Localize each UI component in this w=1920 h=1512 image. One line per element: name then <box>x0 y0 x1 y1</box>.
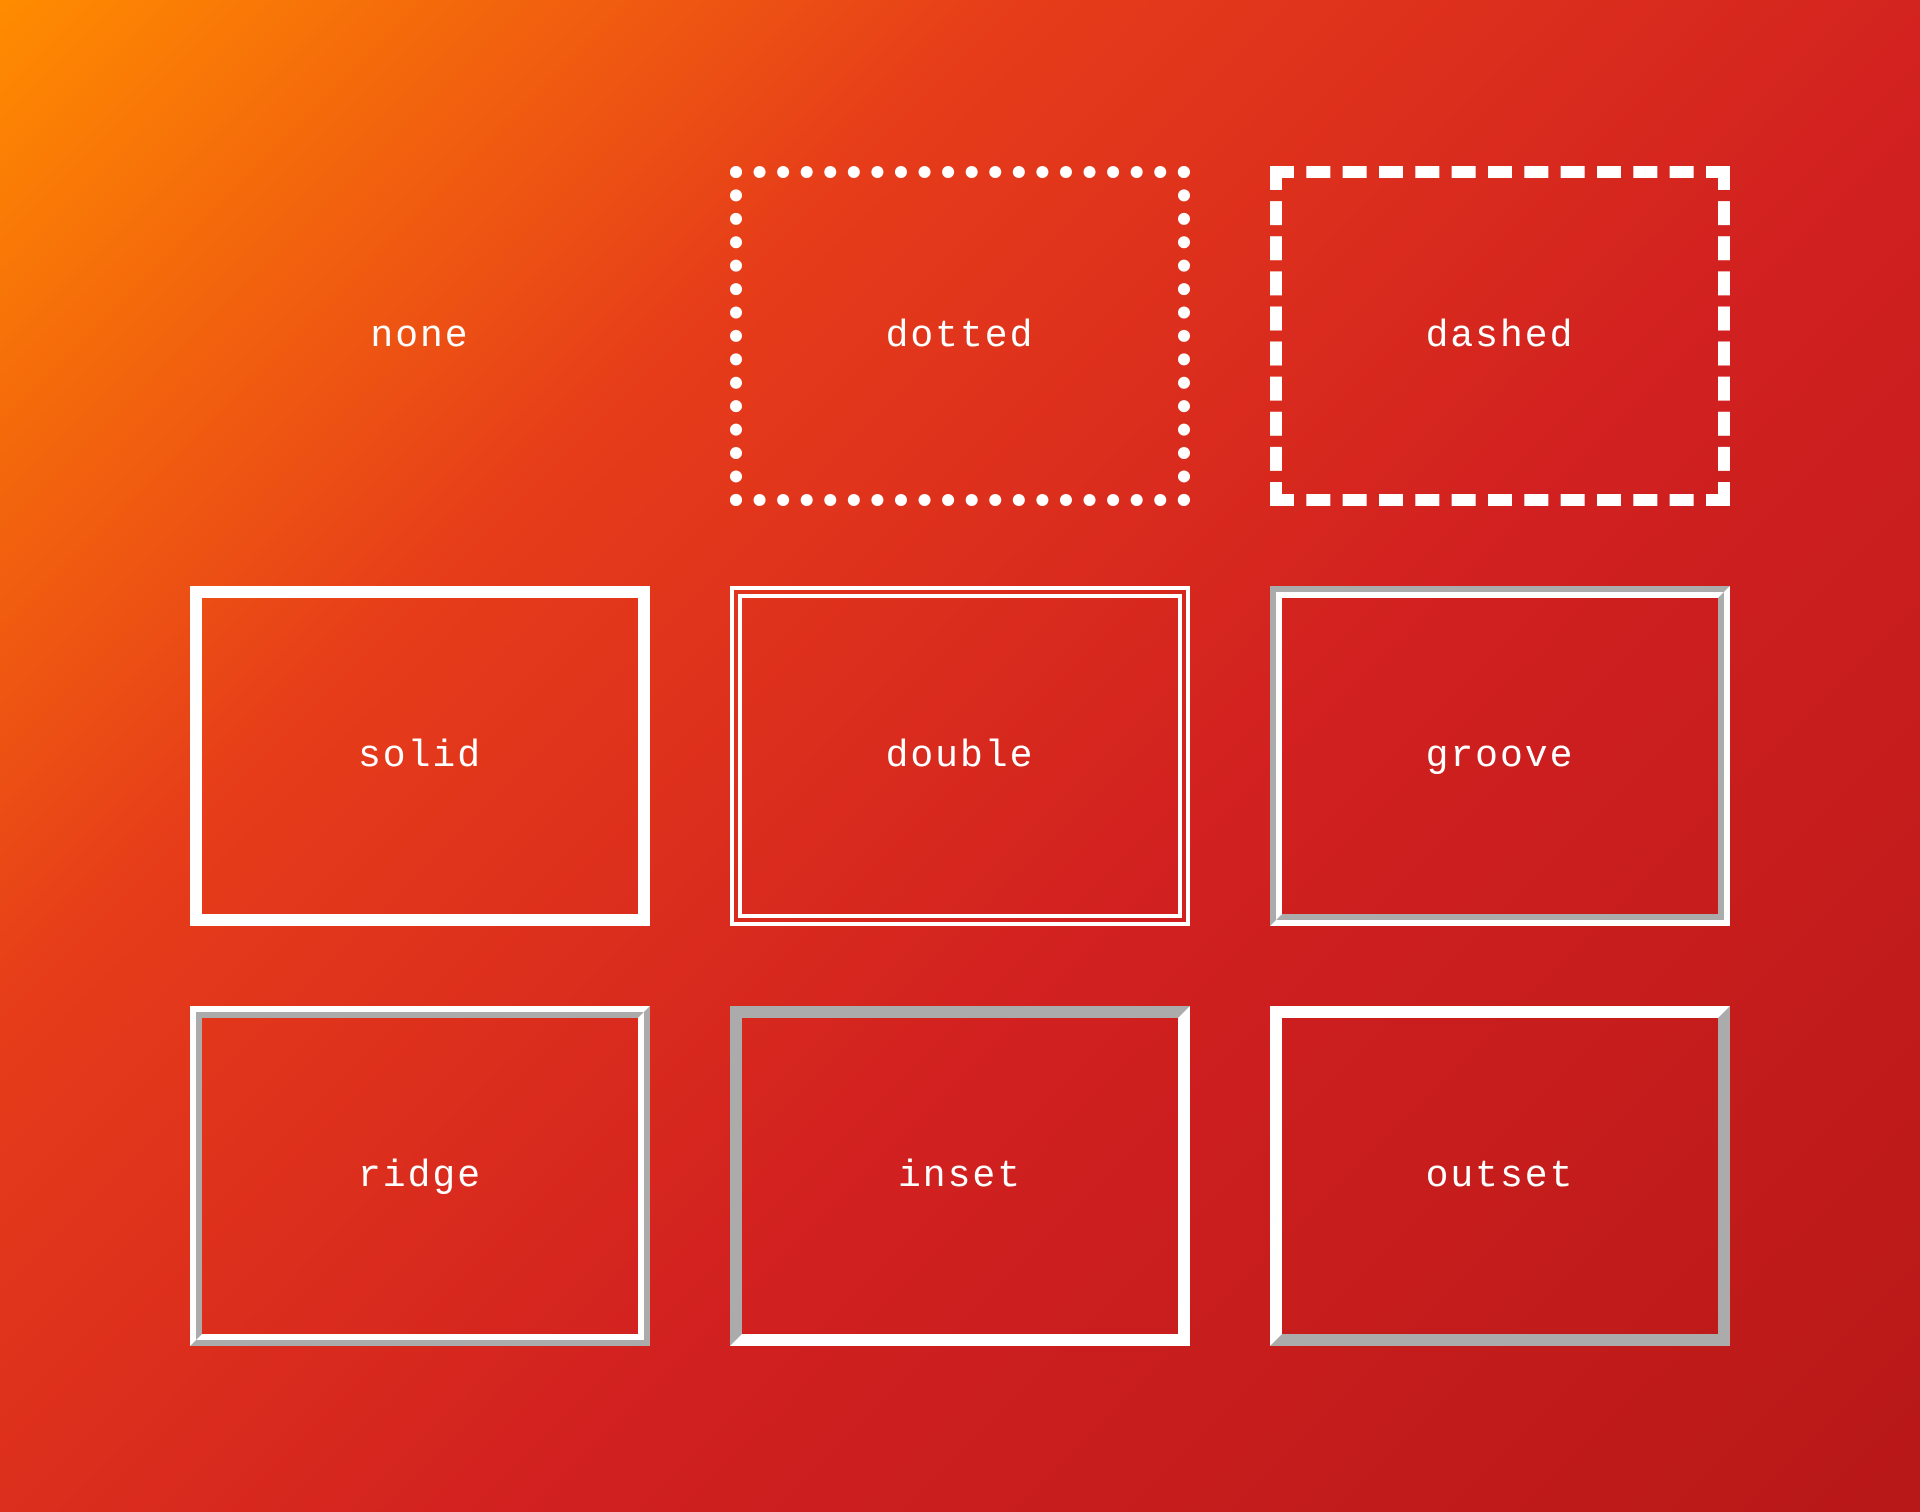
border-label: ridge <box>358 1155 482 1198</box>
border-label: outset <box>1426 1155 1575 1198</box>
border-box-outset: outset <box>1270 1006 1730 1346</box>
border-label: double <box>886 735 1035 778</box>
border-label: dotted <box>886 315 1035 358</box>
border-label: dashed <box>1426 315 1575 358</box>
border-box-solid: solid <box>190 586 650 926</box>
border-box-groove: groove <box>1270 586 1730 926</box>
border-box-inset: inset <box>730 1006 1190 1346</box>
border-box-double: double <box>730 586 1190 926</box>
border-label: solid <box>358 735 482 778</box>
border-box-ridge: ridge <box>190 1006 650 1346</box>
border-box-dotted: dotted <box>730 166 1190 506</box>
border-box-none: none <box>190 166 650 506</box>
border-style-grid: none dotted dashed solid double groove r… <box>190 166 1730 1346</box>
border-box-dashed: dashed <box>1270 166 1730 506</box>
border-label: groove <box>1426 735 1575 778</box>
border-label: none <box>370 315 469 358</box>
border-label: inset <box>898 1155 1022 1198</box>
